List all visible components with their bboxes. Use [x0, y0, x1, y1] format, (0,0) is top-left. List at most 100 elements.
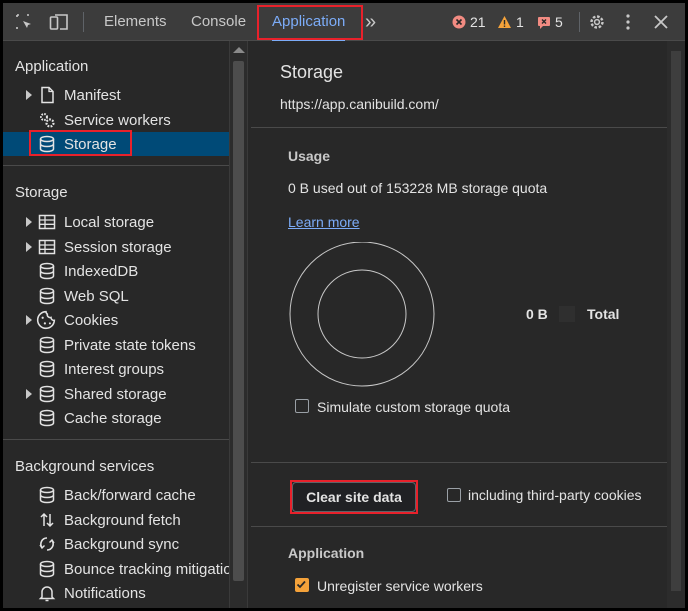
sidebar-scrollbar-thumb[interactable]	[233, 61, 244, 581]
sidebar-item-cache-storage[interactable]: Cache storage	[3, 406, 229, 430]
sidebar-divider	[3, 439, 229, 440]
cookie-icon	[36, 310, 56, 330]
third-party-cookies-label: including third-party cookies	[468, 487, 642, 503]
sidebar-section-application: Application	[15, 58, 89, 75]
more-options-icon[interactable]	[623, 13, 633, 31]
database-icon	[39, 360, 55, 378]
unregister-service-workers-checkbox[interactable]	[295, 578, 309, 592]
sidebar-item-label: Cookies	[64, 311, 119, 329]
legend-swatch	[559, 306, 575, 322]
sidebar-item-notifications[interactable]: Notifications	[3, 581, 229, 605]
sidebar-item-label: IndexedDB	[64, 262, 139, 280]
sidebar-item-background-fetch[interactable]: Background fetch	[3, 508, 229, 532]
tab-elements[interactable]: Elements	[104, 3, 167, 41]
database-icon	[39, 385, 55, 403]
sidebar-section-background-services: Background services	[15, 458, 155, 475]
sidebar-item-label: Background fetch	[64, 511, 181, 529]
sidebar-item-label: Background sync	[64, 535, 180, 553]
tab-application-highlight	[257, 5, 363, 40]
sidebar-item-label: Service workers	[64, 111, 171, 129]
usage-heading: Usage	[288, 148, 331, 164]
main-scrollbar-thumb[interactable]	[671, 51, 681, 591]
sidebar-item-indexeddb[interactable]: IndexedDB	[3, 259, 229, 283]
errors-badge[interactable]: 21	[452, 14, 486, 30]
sidebar-item-private-state-tokens[interactable]: Private state tokens	[3, 333, 229, 357]
legend-value: 0 B	[526, 306, 548, 322]
origin-url: https://app.canibuild.com/	[280, 96, 439, 112]
sidebar-item-label: Notifications	[64, 584, 146, 602]
database-icon	[39, 409, 55, 427]
devtools-window: Elements Console Application » 21 1 5 Ap…	[3, 3, 685, 608]
errors-count: 21	[470, 14, 486, 30]
third-party-cookies-checkbox[interactable]	[447, 488, 461, 502]
expand-arrow-icon[interactable]	[26, 217, 32, 227]
simulate-quota-checkbox[interactable]	[295, 399, 309, 413]
table-icon	[38, 239, 56, 255]
toolbar-separator	[83, 12, 84, 32]
fetch-arrows-icon	[40, 512, 54, 528]
usage-pie-chart	[289, 242, 435, 387]
document-icon	[41, 86, 54, 104]
sidebar-item-label: Back/forward cache	[64, 486, 196, 504]
page-title: Storage	[280, 62, 344, 82]
expand-arrow-icon[interactable]	[26, 242, 32, 252]
sidebar-item-cookies[interactable]: Cookies	[3, 308, 229, 332]
expand-arrow-icon[interactable]	[26, 90, 32, 100]
simulate-quota-label: Simulate custom storage quota	[317, 399, 510, 415]
clear-button-highlight	[290, 480, 418, 514]
sidebar-item-background-sync[interactable]: Background sync	[3, 532, 229, 556]
warning-icon	[498, 16, 511, 28]
checkmark-icon	[296, 580, 306, 589]
expand-arrow-icon[interactable]	[26, 315, 32, 325]
settings-gear-icon[interactable]	[588, 13, 606, 31]
sidebar-item-session-storage[interactable]: Session storage	[3, 235, 229, 259]
section-divider	[251, 526, 667, 527]
section-divider	[251, 462, 667, 463]
issues-badge[interactable]: 5	[537, 14, 563, 30]
sidebar-item-shared-storage[interactable]: Shared storage	[3, 382, 229, 406]
issues-icon	[538, 16, 550, 29]
database-icon	[39, 262, 55, 280]
legend-label: Total	[587, 306, 620, 322]
more-tabs-icon[interactable]: »	[365, 3, 376, 41]
scroll-up-arrow-icon[interactable]	[233, 47, 245, 53]
sidebar-item-service-workers[interactable]: Service workers	[3, 108, 229, 132]
sidebar-item-label: Interest groups	[64, 360, 165, 378]
devtools-toolbar: Elements Console Application » 21 1 5	[3, 3, 685, 41]
sidebar-item-web-sql[interactable]: Web SQL	[3, 284, 229, 308]
sidebar-item-bounce-tracking-mitigations[interactable]: Bounce tracking mitigations	[3, 557, 229, 581]
usage-text: 0 B used out of 153228 MB storage quota	[288, 180, 548, 196]
sidebar-item-label: Private state tokens	[64, 336, 196, 354]
tab-console[interactable]: Console	[191, 3, 246, 41]
bell-icon	[38, 586, 56, 602]
sidebar-item-local-storage[interactable]: Local storage	[3, 210, 229, 234]
sidebar-item-label: Cache storage	[64, 409, 162, 427]
sidebar-item-interest-groups[interactable]: Interest groups	[3, 357, 229, 381]
close-icon[interactable]	[652, 13, 670, 31]
unregister-service-workers-label: Unregister service workers	[317, 578, 483, 594]
database-icon	[39, 560, 55, 578]
expand-arrow-icon[interactable]	[26, 389, 32, 399]
database-icon	[39, 486, 55, 504]
warnings-count: 1	[516, 14, 524, 30]
main-scrollbar[interactable]	[667, 41, 685, 608]
database-icon	[39, 287, 55, 305]
sidebar-item-label: Session storage	[64, 238, 172, 256]
sidebar-scrollbar[interactable]	[229, 41, 248, 608]
application-heading: Application	[288, 545, 365, 561]
learn-more-link[interactable]: Learn more	[288, 214, 360, 230]
toolbar-separator	[579, 12, 580, 32]
sidebar-section-storage: Storage	[15, 184, 68, 201]
table-icon	[38, 214, 56, 230]
application-sidebar: Application Manifest Service workers Sto…	[3, 41, 229, 608]
sidebar-item-label: Bounce tracking mitigations	[64, 560, 229, 578]
inspect-element-icon[interactable]	[15, 13, 33, 31]
sidebar-item-label: Web SQL	[64, 287, 129, 305]
warnings-badge[interactable]: 1	[497, 14, 524, 30]
sync-icon	[39, 537, 55, 551]
sidebar-item-back-forward-cache[interactable]: Back/forward cache	[3, 483, 229, 507]
device-toolbar-icon[interactable]	[49, 13, 69, 31]
sidebar-item-manifest[interactable]: Manifest	[3, 83, 229, 107]
sidebar-divider	[3, 165, 229, 166]
issues-count: 5	[555, 14, 563, 30]
